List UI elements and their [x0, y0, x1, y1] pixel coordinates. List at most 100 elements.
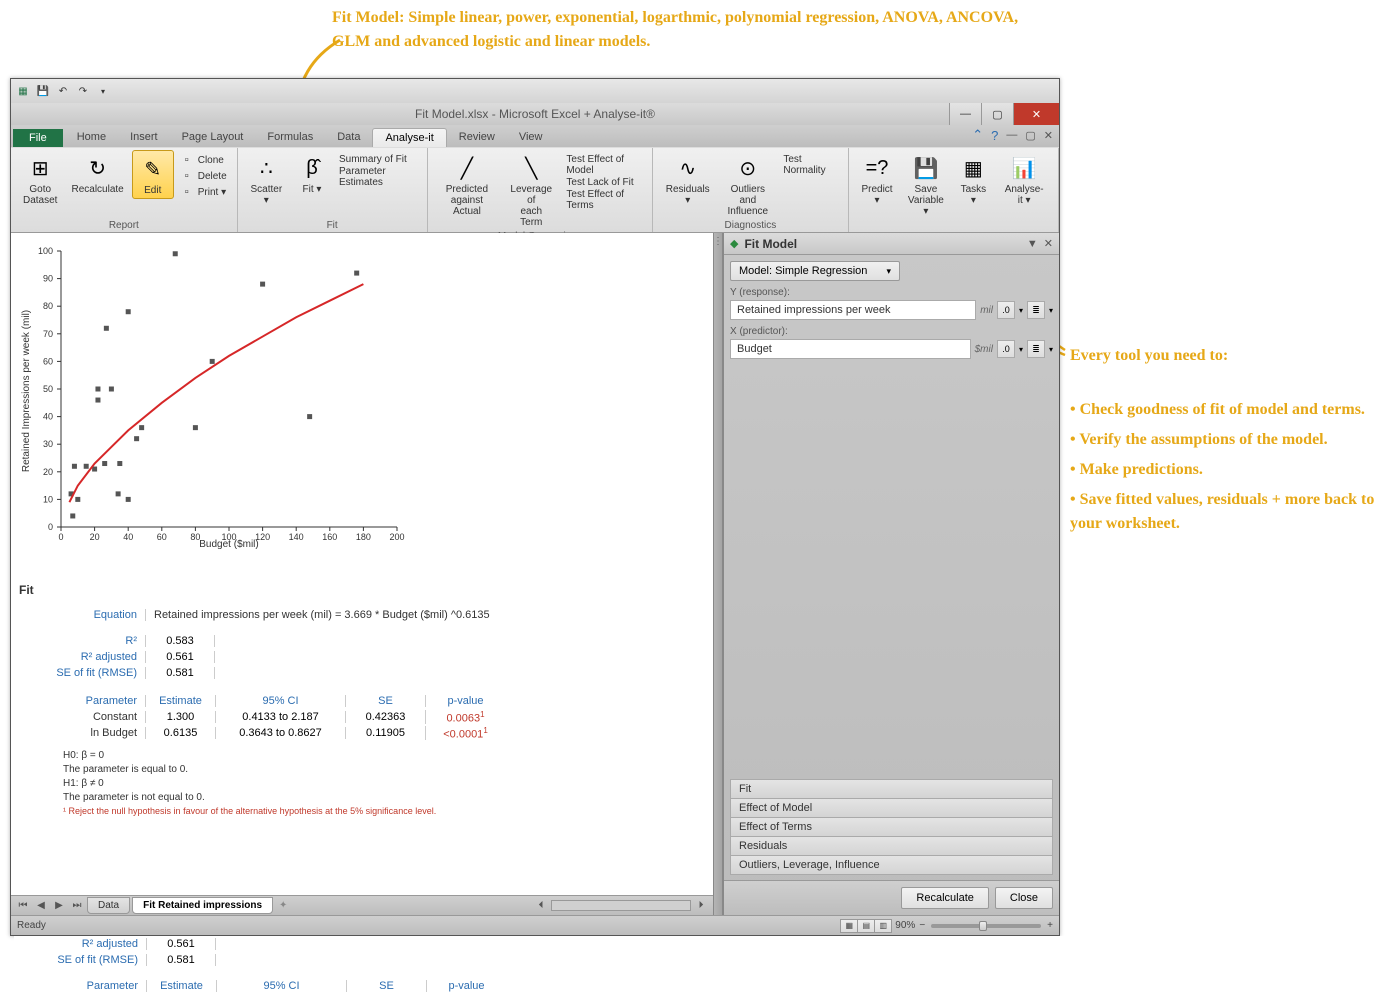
tab-view[interactable]: View — [507, 128, 555, 147]
sheet-tab-data[interactable]: Data — [87, 897, 130, 914]
section-effect-of-model[interactable]: Effect of Model — [730, 798, 1053, 818]
svg-text:0: 0 — [48, 522, 53, 532]
goto-dataset-button[interactable]: ⊞GotoDataset — [17, 150, 63, 208]
section-effect-of-terms[interactable]: Effect of Terms — [730, 817, 1053, 837]
doc-restore-icon[interactable]: ▢ — [1025, 129, 1035, 142]
close-button[interactable]: ✕ — [1013, 103, 1059, 125]
recalculate-button[interactable]: ↻Recalculate — [65, 150, 129, 197]
quick-access-toolbar: ▦ 💾 ↶ ↷ ▾ — [11, 79, 1059, 103]
parameter-estimates-button[interactable]: Parameter Estimates — [335, 166, 421, 188]
sheet-nav-next[interactable]: ▶ — [51, 900, 67, 911]
annotation-right: Every tool you need to: Check goodness o… — [1070, 344, 1390, 542]
sheet-nav-last[interactable]: ⏭ — [69, 900, 85, 911]
section-fit[interactable]: Fit — [730, 779, 1053, 799]
tab-data[interactable]: Data — [325, 128, 372, 147]
new-sheet-icon[interactable]: ✦ — [279, 900, 287, 911]
x-input[interactable]: Budget — [730, 339, 971, 359]
leverage-button[interactable]: ╲Leverage ofeach Term — [502, 150, 560, 230]
fit-notes: H0: β = 0 The parameter is equal to 0. H… — [63, 749, 711, 818]
save-variable-button[interactable]: 💾SaveVariable ▾ — [901, 150, 950, 219]
print-button[interactable]: ▫Print ▾ — [176, 184, 231, 200]
fit-heading: Fit — [19, 583, 711, 597]
titlebar: Fit Model.xlsx - Microsoft Excel + Analy… — [11, 103, 1059, 125]
test-normality-button[interactable]: Test Normality — [779, 154, 841, 176]
predicted-actual-button[interactable]: ╱Predictedagainst Actual — [434, 150, 501, 219]
content-area: Budget ($mil) Retained Impressions per w… — [11, 233, 1059, 915]
taskpane-close-icon[interactable]: ✕ — [1044, 237, 1053, 250]
y-input[interactable]: Retained impressions per week — [730, 300, 976, 320]
zoom-out-icon[interactable]: − — [919, 920, 925, 931]
x-label: X (predictor): — [730, 326, 1053, 337]
test-effect-of-model-button[interactable]: Test Effect of Model — [562, 154, 646, 176]
taskpane-dropdown-icon[interactable]: ▼ — [1027, 238, 1038, 250]
sheet-nav-prev[interactable]: ◀ — [33, 900, 49, 911]
redo-icon[interactable]: ↷ — [75, 83, 91, 99]
help-icon[interactable]: ? — [991, 128, 998, 143]
svg-text:30: 30 — [43, 439, 53, 449]
tab-home[interactable]: Home — [65, 128, 118, 147]
hscroll-right[interactable]: ⏵ — [693, 900, 709, 911]
test-lack-of-fit-button[interactable]: Test Lack of Fit — [562, 177, 646, 188]
undo-icon[interactable]: ↶ — [55, 83, 71, 99]
test-effect-of-terms-button[interactable]: Test Effect of Terms — [562, 189, 646, 211]
y-label: Y (response): — [730, 287, 1053, 298]
status-bar: Ready ▦ ▤ ▥ 90% − + — [11, 915, 1059, 935]
hscroll-left[interactable]: ⏴ — [533, 900, 549, 911]
outliers-button[interactable]: ⊙Outliers andInfluence — [718, 150, 777, 219]
view-normal-icon[interactable]: ▦ — [840, 919, 858, 933]
scatter-button[interactable]: ∴Scatter ▾ — [244, 150, 289, 208]
y-numeric-icon[interactable]: .0 — [997, 301, 1015, 319]
recalculate-button[interactable]: Recalculate — [901, 887, 988, 909]
tab-formulas[interactable]: Formulas — [255, 128, 325, 147]
save-icon[interactable]: 💾 — [35, 83, 51, 99]
taskpane-title: Fit Model — [744, 237, 1020, 251]
fit-button[interactable]: β̂Fit ▾ — [291, 150, 333, 197]
analyse-it-icon: 📊 — [1010, 154, 1038, 182]
minimize-button[interactable]: — — [949, 103, 981, 125]
y-list-icon[interactable]: ≣ — [1027, 301, 1045, 319]
predict-button[interactable]: =?Predict ▾ — [855, 150, 900, 208]
qat-dropdown-icon[interactable]: ▾ — [95, 83, 111, 99]
edit-button[interactable]: ✎Edit — [132, 150, 174, 199]
doc-close-icon[interactable]: ✕ — [1044, 129, 1053, 142]
tasks-button[interactable]: ▦Tasks ▾ — [952, 150, 994, 208]
zoom-level[interactable]: 90% — [895, 920, 915, 931]
analyse-it-button[interactable]: 📊Analyse-it ▾ — [996, 150, 1052, 208]
tab-review[interactable]: Review — [447, 128, 507, 147]
tab-analyse-it[interactable]: Analyse-it — [372, 128, 446, 147]
sheet-nav-first[interactable]: ⏮ — [15, 900, 31, 911]
summary-of-fit-button[interactable]: Summary of Fit — [335, 154, 421, 165]
annotation-top: Fit Model: Simple linear, power, exponen… — [332, 6, 1052, 54]
section-residuals[interactable]: Residuals — [730, 836, 1053, 856]
clone-icon: ▫ — [180, 153, 194, 167]
fit-section: Fit Equation Retained impressions per we… — [13, 583, 711, 818]
section-outliers-leverage-influence[interactable]: Outliers, Leverage, Influence — [730, 855, 1053, 875]
residuals-button[interactable]: ∿Residuals ▾ — [659, 150, 716, 208]
tab-page-layout[interactable]: Page Layout — [170, 128, 256, 147]
zoom-slider[interactable] — [931, 924, 1041, 928]
svg-text:90: 90 — [43, 274, 53, 284]
view-pagebreak-icon[interactable]: ▥ — [874, 919, 892, 933]
pane-splitter[interactable]: ⋮ — [713, 233, 723, 915]
print-icon: ▫ — [180, 185, 194, 199]
x-list-icon[interactable]: ≣ — [1027, 340, 1045, 358]
worksheet-body[interactable]: Budget ($mil) Retained Impressions per w… — [11, 233, 713, 895]
tab-insert[interactable]: Insert — [118, 128, 170, 147]
x-numeric-icon[interactable]: .0 — [997, 340, 1015, 358]
sheet-tab-fit-retained-impressions[interactable]: Fit Retained impressions — [132, 897, 273, 914]
svg-text:100: 100 — [221, 532, 236, 542]
hscroll-track[interactable] — [551, 900, 691, 911]
model-select[interactable]: Model: Simple Regression▾ — [730, 261, 900, 281]
worksheet-area: Budget ($mil) Retained Impressions per w… — [11, 233, 713, 915]
file-tab[interactable]: File — [13, 129, 63, 147]
outliers-icon: ⊙ — [734, 154, 762, 182]
sheet-tab-bar: ⏮ ◀ ▶ ⏭ DataFit Retained impressions ✦ ⏴… — [11, 895, 713, 915]
zoom-in-icon[interactable]: + — [1047, 920, 1053, 931]
view-layout-icon[interactable]: ▤ — [857, 919, 875, 933]
ribbon-minimize-icon[interactable]: ⌃ — [972, 127, 983, 143]
clone-button[interactable]: ▫Clone — [176, 152, 231, 168]
doc-minimize-icon[interactable]: — — [1006, 129, 1017, 141]
maximize-button[interactable]: ▢ — [981, 103, 1013, 125]
close-panel-button[interactable]: Close — [995, 887, 1053, 909]
delete-button[interactable]: ▫Delete — [176, 168, 231, 184]
